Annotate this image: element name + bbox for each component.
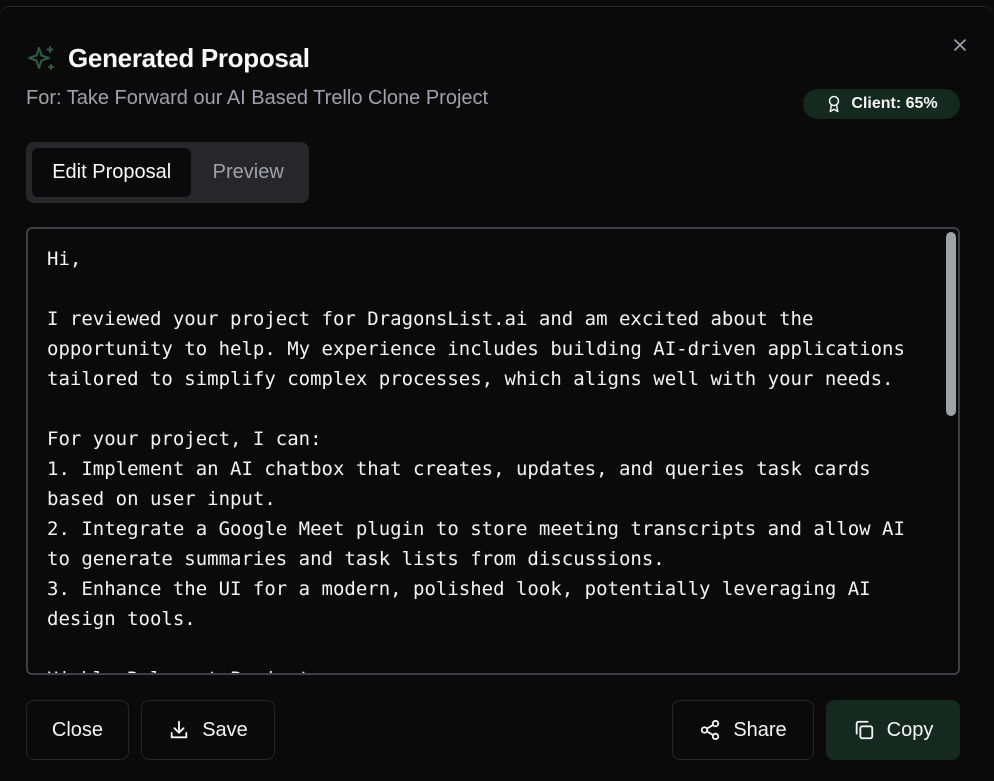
tab-preview[interactable]: Preview (193, 148, 303, 197)
tab-edit-proposal[interactable]: Edit Proposal (32, 148, 192, 197)
copy-button[interactable]: Copy (826, 700, 960, 760)
mode-tabs: Edit Proposal Preview (26, 142, 309, 203)
scrollbar-thumb[interactable] (946, 232, 956, 416)
dialog-header: Generated Proposal (26, 43, 310, 74)
copy-button-label: Copy (886, 718, 934, 741)
close-button[interactable]: Close (26, 700, 129, 760)
copy-icon (855, 720, 873, 740)
sparkles-icon (26, 44, 56, 74)
close-button-label: Close (51, 718, 104, 741)
scrollbar-track[interactable] (944, 229, 958, 673)
share-icon (701, 719, 720, 741)
client-match-badge: Client: 65% (803, 89, 960, 119)
proposal-dialog: Generated Proposal For: Take Forward our… (0, 6, 994, 781)
share-button[interactable]: Share (672, 700, 814, 760)
proposal-textarea[interactable]: Hi, I reviewed your project for DragonsL… (26, 227, 960, 675)
save-button-label: Save (202, 718, 248, 741)
proposal-text[interactable]: Hi, I reviewed your project for DragonsL… (47, 244, 927, 673)
share-button-label: Share (733, 718, 787, 741)
download-icon (170, 720, 188, 739)
dialog-subtitle: For: Take Forward our AI Based Trello Cl… (26, 87, 489, 109)
award-icon (829, 95, 840, 113)
save-button[interactable]: Save (141, 700, 275, 760)
close-icon[interactable] (948, 33, 972, 57)
dialog-title: Generated Proposal (68, 43, 310, 73)
client-badge-label: Client: 65% (851, 95, 938, 112)
